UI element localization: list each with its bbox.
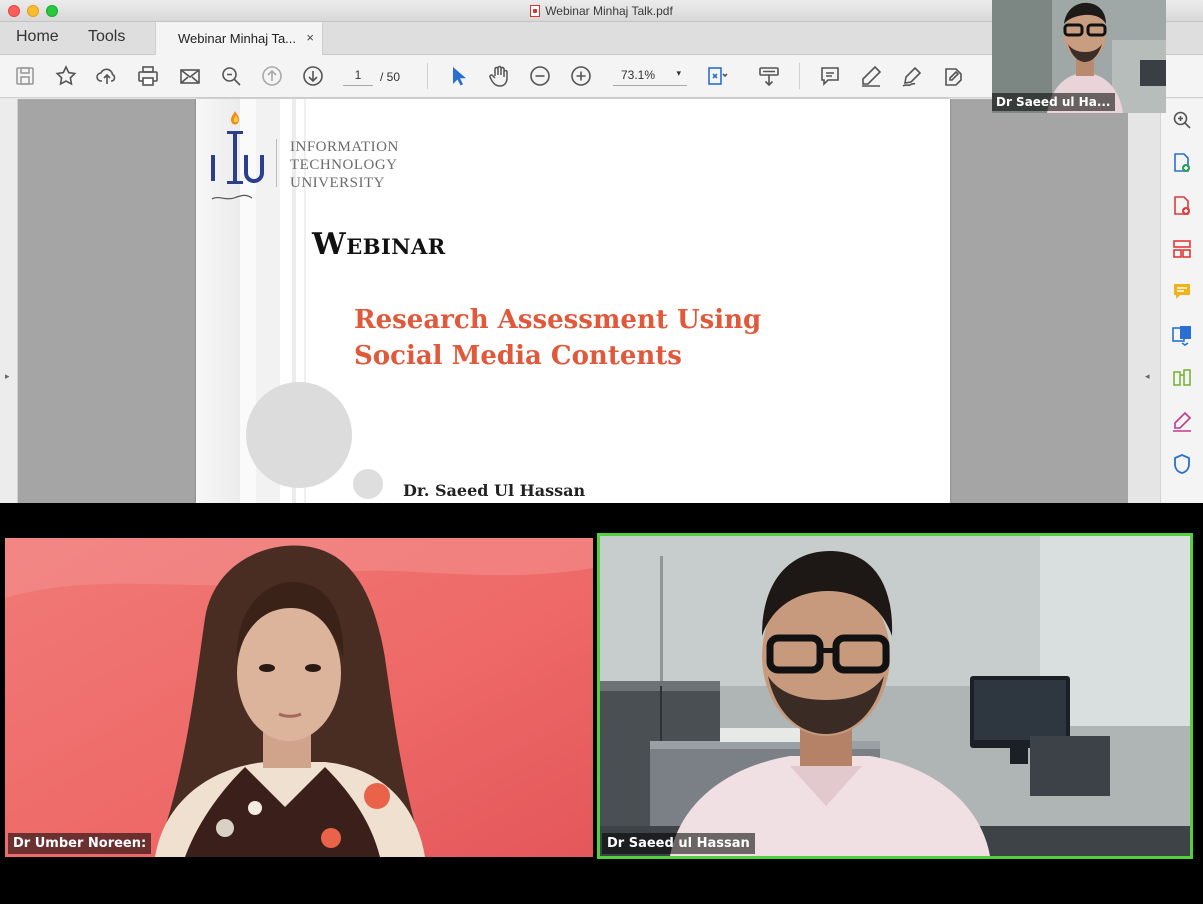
- participant-name-tag: Dr Saeed ul Hassan: [602, 833, 755, 854]
- export-pdf-icon[interactable]: [1171, 195, 1193, 217]
- tab-document-label: Webinar Minhaj Ta...: [178, 31, 297, 46]
- participant-name-tag: Dr Saeed ul Ha...: [992, 93, 1115, 111]
- slide-title: Research Assessment Using Social Media C…: [354, 302, 761, 374]
- tab-home[interactable]: Home: [16, 28, 59, 46]
- page-number-input[interactable]: 1: [343, 68, 373, 86]
- page-up-icon[interactable]: [260, 64, 284, 88]
- participant-video-feed: [5, 538, 593, 857]
- fill-sign-icon[interactable]: [941, 64, 965, 88]
- slide-title-line: Research Assessment Using: [354, 305, 762, 335]
- fit-page-icon[interactable]: [705, 64, 729, 88]
- participant-video-feed: [600, 536, 1190, 856]
- upload-cloud-icon[interactable]: [95, 64, 119, 88]
- slide-decoration-circle: [246, 382, 352, 488]
- pdf-page[interactable]: INFORMATION TECHNOLOGY UNIVERSITY Webina…: [196, 99, 950, 503]
- chevron-right-icon: ▸: [5, 371, 10, 381]
- chevron-left-icon[interactable]: ◂: [1145, 371, 1150, 382]
- close-tab-icon[interactable]: ×: [306, 30, 314, 45]
- logo-line: INFORMATION: [290, 139, 399, 155]
- fill-sign-icon[interactable]: [1171, 410, 1193, 432]
- zoom-out-icon[interactable]: [528, 64, 552, 88]
- university-name: INFORMATION TECHNOLOGY UNIVERSITY: [290, 138, 399, 192]
- zoom-level-value: 73.1%: [621, 68, 656, 82]
- comment-icon[interactable]: [818, 64, 842, 88]
- chevron-down-icon: ▾: [676, 68, 681, 78]
- zoom-in-icon[interactable]: [569, 64, 593, 88]
- pdf-file-icon: [530, 5, 541, 17]
- hand-icon[interactable]: [487, 64, 511, 88]
- organize-pages-icon[interactable]: [1171, 238, 1193, 260]
- create-pdf-icon[interactable]: [1171, 152, 1193, 174]
- email-icon[interactable]: [178, 64, 202, 88]
- right-panel-area: ◂: [1128, 99, 1160, 503]
- comment-icon[interactable]: [1171, 281, 1193, 303]
- zoom-level-select[interactable]: 73.1% ▾: [613, 68, 687, 86]
- itu-logo-icon: [211, 111, 264, 200]
- print-icon[interactable]: [136, 64, 160, 88]
- page-total: / 50: [380, 70, 401, 84]
- self-view-video[interactable]: Dr Saeed ul Ha...: [992, 0, 1166, 113]
- compare-icon[interactable]: [1171, 367, 1193, 389]
- protect-shield-icon[interactable]: [1171, 453, 1193, 475]
- pen-icon[interactable]: [859, 64, 883, 88]
- logo-line: TECHNOLOGY: [290, 157, 398, 173]
- slide-title-line: Social Media Contents: [354, 341, 682, 371]
- left-panel-toggle[interactable]: ▸: [0, 99, 18, 503]
- tab-document[interactable]: Webinar Minhaj Ta... ×: [155, 22, 323, 55]
- sign-icon[interactable]: [900, 64, 924, 88]
- select-arrow-icon[interactable]: [446, 64, 470, 88]
- page-down-icon[interactable]: [301, 64, 325, 88]
- zoom-search-icon[interactable]: [219, 64, 243, 88]
- active-speaker-video-tile[interactable]: Dr Saeed ul Hassan: [597, 533, 1193, 859]
- save-icon[interactable]: [13, 64, 37, 88]
- scroll-mode-icon[interactable]: [757, 64, 781, 88]
- presenter-name: Dr. Saeed Ul Hassan: [403, 481, 586, 500]
- send-file-icon[interactable]: [1171, 324, 1193, 346]
- participant-name-tag: Dr Umber Noreen:: [8, 833, 152, 854]
- toolbar-divider: [427, 63, 428, 89]
- toolbar-divider: [799, 63, 800, 89]
- bookmark-star-icon[interactable]: [54, 64, 78, 88]
- tools-pane: [1160, 99, 1203, 503]
- slide-heading: Webinar: [312, 227, 446, 262]
- zoom-in-icon[interactable]: [1171, 109, 1193, 131]
- logo-line: UNIVERSITY: [290, 175, 385, 191]
- window-title-text: Webinar Minhaj Talk.pdf: [545, 4, 673, 18]
- slide-decoration-circle: [353, 469, 383, 499]
- screen: Webinar Minhaj Talk.pdf Home Tools Webin…: [0, 0, 1203, 904]
- tab-tools[interactable]: Tools: [88, 28, 125, 46]
- participant-video-tile[interactable]: Dr Umber Noreen:: [5, 538, 593, 857]
- logo-divider: [276, 139, 277, 187]
